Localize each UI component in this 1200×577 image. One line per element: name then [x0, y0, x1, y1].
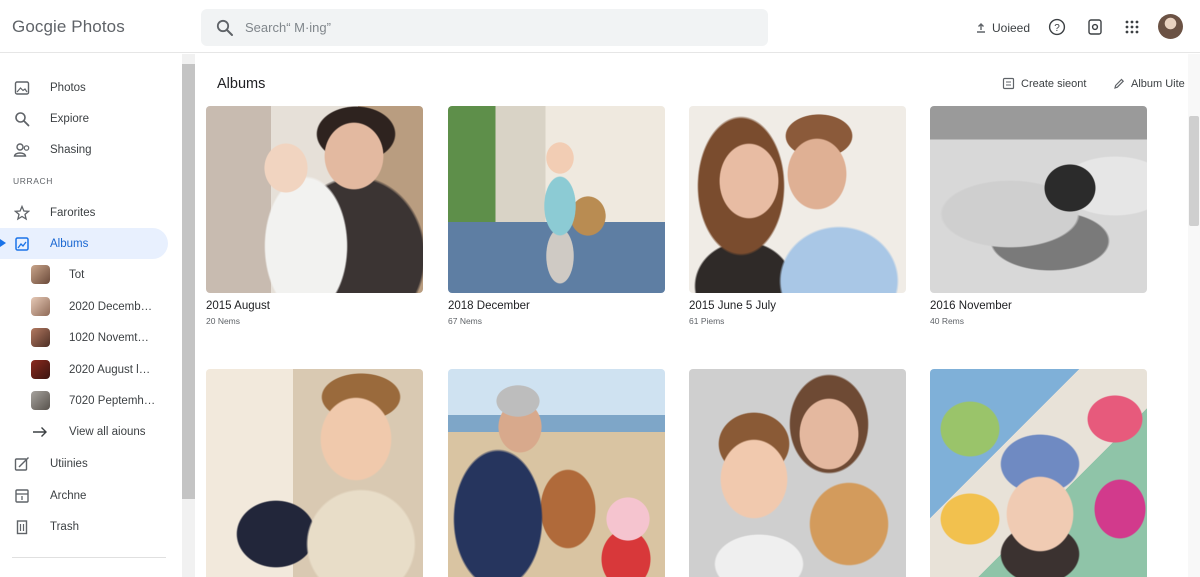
create-icon: [1002, 77, 1015, 90]
album-thumbnail: [31, 297, 50, 316]
sidebar-item-sharing[interactable]: Shasing: [0, 134, 168, 165]
photo-icon: [12, 78, 32, 98]
album-label: 7020 Peptemh…: [69, 394, 156, 407]
album-count: 20 Nems: [206, 316, 241, 326]
album-title: 2015 August: [206, 300, 270, 312]
album-label: Tot: [69, 268, 85, 281]
library-section-label: URRACH: [13, 176, 53, 186]
album-cover-image[interactable]: [689, 106, 906, 293]
sidebar-scrollbar[interactable]: [182, 54, 195, 577]
album-cover-image[interactable]: [930, 369, 1147, 577]
sidebar-divider: [12, 557, 166, 558]
album-thumbnail: [31, 360, 50, 379]
album-title: 2016 November: [930, 300, 1012, 312]
album-label: 2020 August l…: [69, 363, 151, 376]
sidebar-album-item[interactable]: 7020 Peptemh…: [0, 385, 168, 416]
album-label: 1020 Novemt…: [69, 331, 149, 344]
star-icon: [12, 203, 32, 223]
archive-icon: [12, 486, 32, 506]
sidebar-item-label: Albums: [50, 237, 89, 250]
edit-icon: [1113, 77, 1125, 90]
page-scrollbar[interactable]: [1188, 54, 1200, 577]
album-cover-image[interactable]: [448, 369, 665, 577]
sidebar-item-label: Farorites: [50, 206, 96, 219]
album-cover-image[interactable]: [206, 369, 423, 577]
create-button[interactable]: Create sieont: [1002, 77, 1086, 90]
sidebar-item-albums[interactable]: Albums: [0, 228, 168, 259]
search-input[interactable]: Search“ M·ing”: [245, 20, 331, 35]
album-card[interactable]: 2016 November 40 Rems: [930, 106, 1147, 326]
sidebar-item-trash[interactable]: Trash: [0, 511, 168, 542]
album-card[interactable]: 2015 June 5 July 61 Piems: [689, 106, 906, 326]
upload-label: Uoieed: [992, 21, 1031, 35]
sidebar-album-item[interactable]: Tot: [0, 259, 168, 290]
utilities-icon: [12, 454, 32, 474]
sidebar-item-favorites[interactable]: Farorites: [0, 197, 168, 228]
sidebar-item-archive[interactable]: Archne: [0, 480, 168, 511]
sidebar-scrollbar-thumb[interactable]: [182, 64, 195, 499]
search-bar[interactable]: Search“ M·ing”: [201, 9, 768, 46]
people-icon: [12, 140, 32, 160]
view-all-albums-link[interactable]: View all aiouns: [0, 416, 168, 447]
upload-button[interactable]: Uoieed: [974, 18, 1030, 38]
album-count: 67 Nems: [448, 316, 483, 326]
help-icon[interactable]: ?: [1046, 16, 1068, 38]
album-thumbnail: [31, 391, 50, 410]
page-scrollbar-thumb[interactable]: [1189, 116, 1199, 226]
create-label: Create sieont: [1021, 77, 1087, 90]
top-bar: Gocgie Photos Search“ M·ing” Uoieed ?: [0, 0, 1200, 53]
edit-label: Album Uite: [1131, 77, 1185, 90]
sidebar-item-label: Utiinies: [50, 457, 88, 470]
album-thumbnail: [31, 265, 50, 284]
sidebar-item-label: Trash: [50, 520, 79, 533]
upload-icon: [974, 21, 988, 35]
search-icon[interactable]: [215, 18, 235, 38]
album-card[interactable]: [206, 369, 423, 577]
arrow-right-icon: [32, 426, 48, 438]
sidebar-item-label: Expiore: [50, 112, 89, 125]
app-logo[interactable]: Gocgie Photos: [12, 17, 125, 37]
album-count: 61 Piems: [689, 316, 725, 326]
settings-icon[interactable]: [1084, 16, 1106, 38]
view-all-label: View all aiouns: [69, 425, 146, 438]
page-title: Albums: [217, 76, 266, 92]
svg-text:?: ?: [1054, 23, 1060, 34]
album-cover-image[interactable]: [448, 106, 665, 293]
album-label: 2020 Decemb…: [69, 300, 153, 313]
sidebar-item-label: Shasing: [50, 143, 92, 156]
sidebar-item-photos[interactable]: Photos: [0, 72, 168, 103]
trash-icon: [12, 517, 32, 537]
album-title: 2018 December: [448, 300, 530, 312]
search-icon: [12, 109, 32, 129]
avatar[interactable]: [1158, 14, 1183, 39]
album-cover-image[interactable]: [689, 369, 906, 577]
album-thumbnail: [31, 328, 50, 347]
album-card[interactable]: [448, 369, 665, 577]
album-edit-button[interactable]: Album Uite: [1113, 77, 1185, 90]
sidebar-album-item[interactable]: 2020 August l…: [0, 354, 168, 385]
sidebar: Photos Expiore Shasing URRACH Farorites …: [0, 54, 182, 577]
album-card[interactable]: 2018 December 67 Nems: [448, 106, 665, 326]
album-card[interactable]: [689, 369, 906, 577]
album-count: 40 Rems: [930, 316, 965, 326]
album-cover-image[interactable]: [206, 106, 423, 293]
album-cover-image[interactable]: [930, 106, 1147, 293]
album-card[interactable]: [930, 369, 1147, 577]
sidebar-item-label: Archne: [50, 489, 87, 502]
sidebar-item-explore[interactable]: Expiore: [0, 103, 168, 134]
sidebar-album-item[interactable]: 1020 Novemt…: [0, 322, 168, 353]
sidebar-album-item[interactable]: 2020 Decemb…: [0, 291, 168, 322]
album-icon: [12, 234, 32, 254]
apps-grid-icon[interactable]: [1121, 16, 1143, 38]
album-title: 2015 June 5 July: [689, 300, 776, 312]
sidebar-item-utilities[interactable]: Utiinies: [0, 448, 168, 479]
active-indicator: [0, 239, 6, 247]
sidebar-item-label: Photos: [50, 81, 86, 94]
album-card[interactable]: 2015 August 20 Nems: [206, 106, 423, 326]
